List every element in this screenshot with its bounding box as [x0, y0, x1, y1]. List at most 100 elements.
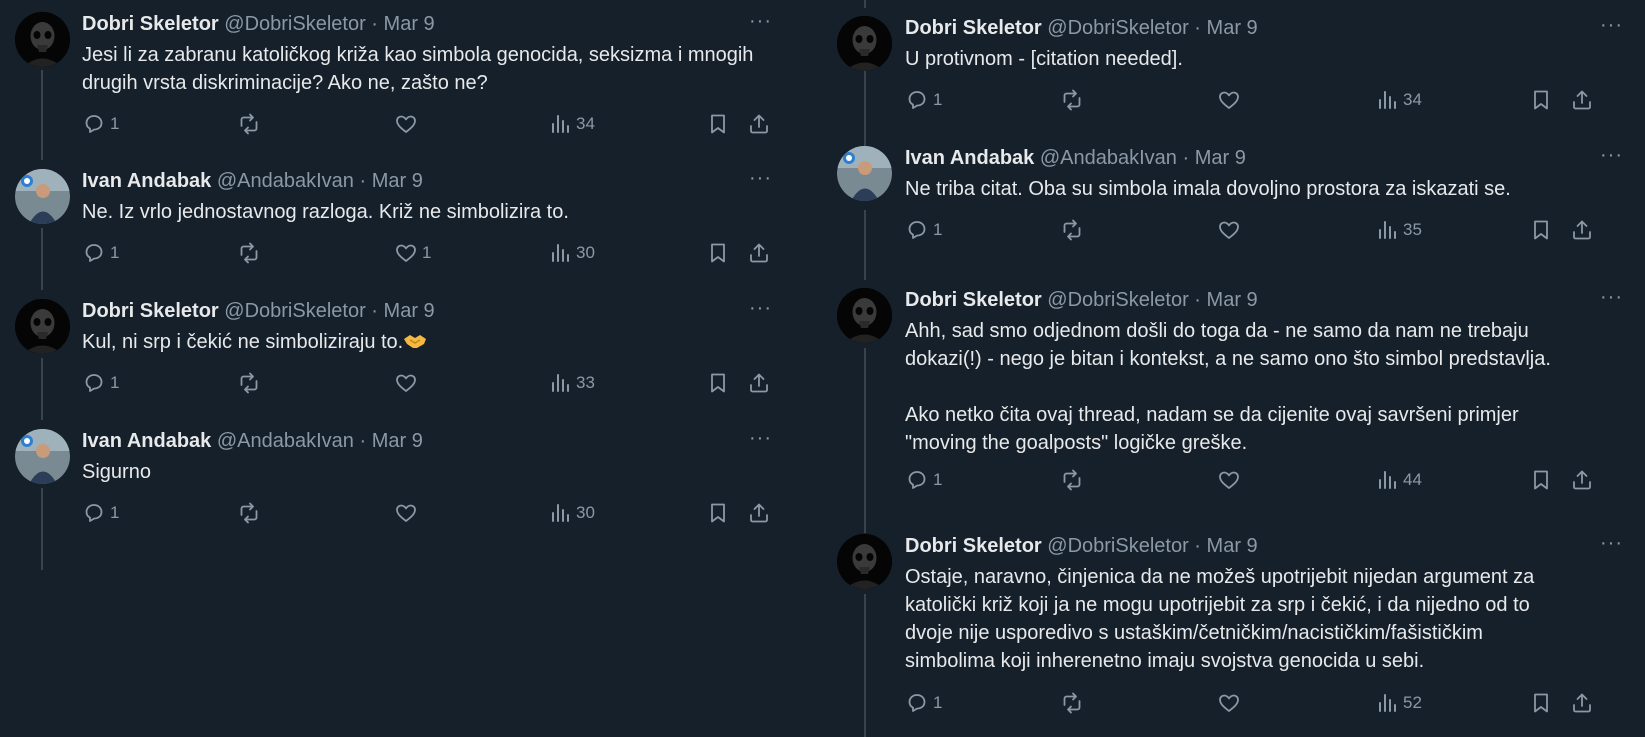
share-button[interactable] [747, 240, 771, 266]
author-name[interactable]: Ivan Andabak [82, 170, 211, 192]
like-button[interactable] [1217, 217, 1245, 243]
share-button[interactable] [1570, 217, 1594, 243]
bookmark-button[interactable] [706, 500, 730, 526]
tweet-date[interactable]: Mar 9 [384, 13, 435, 35]
reply-button[interactable]: 1 [82, 370, 119, 396]
more-icon[interactable]: ··· [1600, 144, 1623, 166]
avatar[interactable] [837, 16, 892, 71]
tweet[interactable]: Ivan Andabak @AndabakIvan · Mar 9 ··· Ne… [0, 157, 812, 287]
like-button[interactable] [394, 370, 422, 396]
share-button[interactable] [1570, 690, 1594, 716]
views-button[interactable]: 30 [548, 240, 595, 266]
more-icon[interactable]: ··· [749, 297, 772, 319]
tweet[interactable]: Ivan Andabak @AndabakIvan · Mar 9 ··· Ne… [812, 134, 1645, 264]
like-button[interactable]: 1 [394, 240, 431, 266]
avatar[interactable] [15, 169, 70, 224]
more-icon[interactable]: ··· [749, 427, 772, 449]
author-name[interactable]: Dobri Skeletor [905, 289, 1042, 311]
author-name[interactable]: Dobri Skeletor [905, 17, 1042, 39]
avatar[interactable] [15, 429, 70, 484]
reply-icon [905, 691, 929, 715]
retweet-button[interactable] [1060, 87, 1088, 113]
tweet-date[interactable]: Mar 9 [384, 300, 435, 322]
separator: · [1194, 17, 1201, 39]
retweet-button[interactable] [237, 240, 265, 266]
share-icon [1570, 468, 1594, 492]
share-button[interactable] [1570, 87, 1594, 113]
author-handle[interactable]: @DobriSkeletor [224, 13, 365, 35]
share-button[interactable] [747, 111, 771, 137]
tweet-date[interactable]: Mar 9 [1207, 535, 1258, 557]
reply-button[interactable]: 1 [905, 467, 942, 493]
author-handle[interactable]: @AndabakIvan [217, 170, 354, 192]
bookmark-button[interactable] [1529, 217, 1553, 243]
tweet[interactable]: Dobri Skeletor @DobriSkeletor · Mar 9 ··… [812, 522, 1645, 737]
more-icon[interactable]: ··· [1600, 14, 1623, 36]
share-button[interactable] [747, 370, 771, 396]
bookmark-button[interactable] [1529, 87, 1553, 113]
reply-button[interactable]: 1 [905, 217, 942, 243]
author-handle[interactable]: @DobriSkeletor [224, 300, 365, 322]
like-button[interactable] [1217, 87, 1245, 113]
avatar[interactable] [15, 12, 70, 67]
views-button[interactable]: 30 [548, 500, 595, 526]
author-handle[interactable]: @DobriSkeletor [1047, 17, 1188, 39]
tweet-date[interactable]: Mar 9 [372, 430, 423, 452]
author-name[interactable]: Ivan Andabak [905, 147, 1034, 169]
tweet-date[interactable]: Mar 9 [1207, 289, 1258, 311]
author-handle[interactable]: @DobriSkeletor [1047, 535, 1188, 557]
more-icon[interactable]: ··· [749, 167, 772, 189]
tweet[interactable]: Dobri Skeletor @DobriSkeletor · Mar 9 ··… [812, 4, 1645, 134]
reply-button[interactable]: 1 [82, 240, 119, 266]
tweet[interactable]: Ivan Andabak @AndabakIvan · Mar 9 ··· Si… [0, 417, 812, 547]
more-icon[interactable]: ··· [749, 10, 772, 32]
like-button[interactable] [1217, 467, 1245, 493]
retweet-button[interactable] [237, 111, 265, 137]
bookmark-button[interactable] [706, 111, 730, 137]
views-button[interactable]: 34 [1375, 87, 1422, 113]
tweet[interactable]: Dobri Skeletor @DobriSkeletor · Mar 9 ··… [0, 0, 812, 160]
author-name[interactable]: Dobri Skeletor [905, 535, 1042, 557]
more-icon[interactable]: ··· [1600, 532, 1623, 554]
like-button[interactable] [394, 111, 422, 137]
retweet-button[interactable] [237, 370, 265, 396]
views-button[interactable]: 33 [548, 370, 595, 396]
author-name[interactable]: Ivan Andabak [82, 430, 211, 452]
views-button[interactable]: 52 [1375, 690, 1422, 716]
reply-button[interactable]: 1 [905, 690, 942, 716]
tweet[interactable]: Dobri Skeletor @DobriSkeletor · Mar 9 ··… [812, 276, 1645, 498]
bookmark-button[interactable] [1529, 467, 1553, 493]
views-button[interactable]: 35 [1375, 217, 1422, 243]
avatar[interactable] [837, 534, 892, 589]
author-handle[interactable]: @DobriSkeletor [1047, 289, 1188, 311]
reply-button[interactable]: 1 [82, 111, 119, 137]
author-handle[interactable]: @AndabakIvan [1040, 147, 1177, 169]
share-button[interactable] [1570, 467, 1594, 493]
reply-button[interactable]: 1 [82, 500, 119, 526]
share-button[interactable] [747, 500, 771, 526]
tweet-date[interactable]: Mar 9 [372, 170, 423, 192]
avatar[interactable] [837, 146, 892, 201]
retweet-button[interactable] [237, 500, 265, 526]
like-button[interactable] [394, 500, 422, 526]
reply-button[interactable]: 1 [905, 87, 942, 113]
bookmark-button[interactable] [706, 240, 730, 266]
retweet-button[interactable] [1060, 217, 1088, 243]
views-button[interactable]: 34 [548, 111, 595, 137]
author-handle[interactable]: @AndabakIvan [217, 430, 354, 452]
like-button[interactable] [1217, 690, 1245, 716]
avatar[interactable] [837, 288, 892, 343]
views-button[interactable]: 44 [1375, 467, 1422, 493]
bookmark-button[interactable] [706, 370, 730, 396]
more-icon[interactable]: ··· [1600, 286, 1623, 308]
tweet-date[interactable]: Mar 9 [1207, 17, 1258, 39]
retweet-button[interactable] [1060, 467, 1088, 493]
bookmark-button[interactable] [1529, 690, 1553, 716]
author-name[interactable]: Dobri Skeletor [82, 13, 219, 35]
tweet-date[interactable]: Mar 9 [1195, 147, 1246, 169]
reply-count: 1 [110, 243, 120, 262]
retweet-button[interactable] [1060, 690, 1088, 716]
avatar[interactable] [15, 299, 70, 354]
author-name[interactable]: Dobri Skeletor [82, 300, 219, 322]
tweet[interactable]: Dobri Skeletor @DobriSkeletor · Mar 9 ··… [0, 287, 812, 417]
